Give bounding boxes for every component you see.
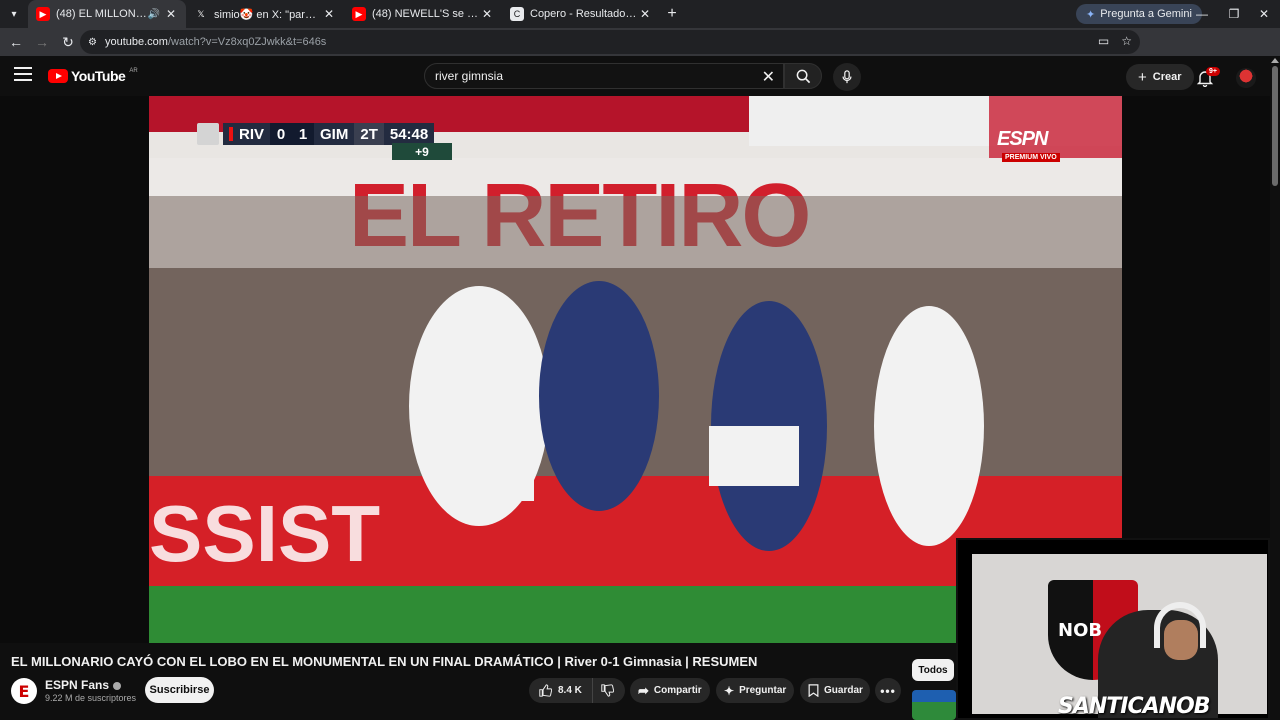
ask-button[interactable]: ✦ Preguntar	[716, 678, 794, 703]
away-score: 1	[292, 123, 315, 145]
logo-text: YouTube	[71, 68, 126, 84]
tab-title: Copero - Resultados, estadístic	[530, 8, 638, 20]
close-tab-icon[interactable]: ✕	[164, 7, 178, 21]
home-team: RIV	[223, 123, 271, 145]
subscribe-button[interactable]: Suscribirse	[145, 677, 214, 703]
close-tab-icon[interactable]: ✕	[322, 7, 336, 21]
video-title: EL MILLONARIO CAYÓ CON EL LOBO EN EL MON…	[11, 654, 758, 669]
espn-sub-label: PREMIUM VIVO	[1002, 153, 1060, 162]
close-tab-icon[interactable]: ✕	[480, 7, 494, 21]
tab-title: simio🤡 en X: "para vieja re ex	[214, 8, 322, 21]
share-button[interactable]: ➦ Compartir	[630, 678, 710, 703]
copero-icon: C	[510, 7, 524, 21]
share-arrow-icon: ➦	[638, 682, 649, 698]
youtube-play-icon	[48, 69, 68, 83]
browser-tab[interactable]: 𝕏 simio🤡 en X: "para vieja re ex ✕	[186, 0, 344, 28]
youtube-icon: ▶	[352, 7, 366, 21]
more-actions-icon[interactable]: •••	[875, 678, 901, 703]
espn-logo: ESPN	[997, 128, 1048, 150]
scoreboard: RIV 0 1 GIM 2T 54:48	[197, 123, 435, 145]
x-icon: 𝕏	[197, 8, 205, 19]
voice-search-button[interactable]	[833, 63, 861, 91]
save-label: Guardar	[824, 685, 863, 696]
match-half: 2T	[354, 123, 384, 145]
minimize-icon[interactable]: —	[1186, 0, 1218, 28]
svg-text:SSIST: SSIST	[149, 489, 380, 578]
home-score: 0	[270, 123, 293, 145]
youtube-logo[interactable]: YouTube AR	[48, 68, 138, 84]
site-settings-icon[interactable]: ⚙	[88, 37, 97, 48]
webcam-overlay: NOB SANTICANOB	[956, 538, 1270, 720]
like-count: 8.4 K	[558, 685, 582, 696]
gemini-label: Pregunta a Gemini	[1100, 8, 1192, 20]
match-clock: 54:48	[383, 123, 435, 145]
channel-row: E ESPN Fans 9.22 M de suscriptores Suscr…	[0, 674, 956, 720]
gemini-button[interactable]: ✦ Pregunta a Gemini	[1076, 4, 1202, 24]
added-time: +9	[392, 143, 452, 160]
address-bar[interactable]: ⚙ youtube.com/watch?v=Vz8xq0ZJwkk&t=646s…	[80, 30, 1140, 54]
close-window-icon[interactable]: ✕	[1248, 0, 1280, 28]
thumbs-up-icon	[539, 684, 552, 697]
channel-name[interactable]: ESPN Fans	[45, 678, 122, 692]
channel-avatar[interactable]: E	[11, 678, 37, 704]
country-code: AR	[129, 68, 138, 74]
forward-arrow-icon[interactable]: →	[30, 30, 54, 54]
microphone-icon	[842, 70, 852, 84]
tab-title: (48) EL MILLONARIO CAYÓ	[56, 8, 148, 20]
scroll-up-arrow-icon[interactable]	[1271, 58, 1279, 63]
search-button[interactable]	[784, 63, 822, 89]
chip-all[interactable]: Todos	[912, 659, 954, 681]
recommended-video-thumbnail[interactable]	[912, 690, 956, 720]
new-tab-plus-icon[interactable]: +	[660, 5, 684, 23]
dislike-button[interactable]	[593, 678, 623, 703]
browser-toolbar: ← → ↻ ⚙ youtube.com/watch?v=Vz8xq0ZJwkk&…	[0, 28, 1280, 77]
save-button[interactable]: Guardar	[800, 678, 870, 703]
league-logo-icon	[197, 123, 219, 145]
browser-tab[interactable]: ▶ (48) NEWELL'S se acercó a la Pl ✕	[344, 0, 502, 28]
like-button[interactable]: 8.4 K	[529, 678, 593, 703]
browser-tab-bar: ▾ ▶ (48) EL MILLONARIO CAYÓ 🔊 ✕ 𝕏 simio🤡…	[0, 0, 1280, 28]
create-button[interactable]: + Crear	[1126, 64, 1194, 90]
sparkle-icon: ✦	[724, 683, 735, 698]
verified-check-icon	[113, 681, 122, 690]
ask-label: Preguntar	[739, 685, 787, 696]
bookmark-star-icon[interactable]: ☆	[1121, 34, 1132, 48]
bookmark-icon	[808, 684, 819, 697]
restore-icon[interactable]: ❐	[1218, 0, 1250, 28]
share-label: Compartir	[653, 685, 702, 696]
youtube-icon: ▶	[36, 7, 50, 21]
clear-search-icon[interactable]: ✕	[762, 67, 775, 87]
reload-icon[interactable]: ↻	[56, 30, 80, 54]
search-value: river gimnsia	[435, 69, 504, 83]
thumbs-down-icon	[601, 684, 615, 697]
back-arrow-icon[interactable]: ←	[4, 30, 28, 54]
espn-e-icon: E	[18, 681, 30, 701]
subscriber-count: 9.22 M de suscriptores	[45, 693, 137, 703]
tab-search-chevron-icon[interactable]: ▾	[0, 0, 28, 28]
speaker-icon[interactable]: 🔊	[148, 9, 160, 20]
away-team: GIM	[314, 123, 355, 145]
notifications-badge: 9+	[1206, 67, 1220, 76]
url-text: youtube.com/watch?v=Vz8xq0ZJwkk&t=646s	[104, 36, 327, 48]
close-tab-icon[interactable]: ✕	[638, 7, 652, 21]
plus-icon: +	[1138, 68, 1147, 86]
cast-icon[interactable]: ▭	[1098, 34, 1109, 48]
page-scrollbar[interactable]	[1270, 58, 1280, 720]
streamer-name: SANTICANOB	[1058, 694, 1211, 719]
like-dislike-group: 8.4 K	[529, 678, 625, 703]
account-avatar[interactable]	[1236, 68, 1256, 88]
search-icon	[796, 69, 810, 83]
scroll-thumb[interactable]	[1272, 66, 1278, 186]
browser-tab[interactable]: ▶ (48) EL MILLONARIO CAYÓ 🔊 ✕	[28, 0, 186, 28]
search-input[interactable]: river gimnsia ✕	[424, 63, 784, 89]
menu-icon[interactable]	[14, 67, 32, 81]
youtube-header: YouTube AR river gimnsia ✕ + Crear 9+	[0, 56, 1280, 96]
headset-icon	[1154, 602, 1206, 648]
gemini-sparkle-icon: ✦	[1086, 8, 1096, 21]
tab-title: (48) NEWELL'S se acercó a la Pl	[372, 8, 480, 20]
browser-tab[interactable]: C Copero - Resultados, estadístic ✕	[502, 0, 660, 28]
create-label: Crear	[1152, 71, 1182, 83]
